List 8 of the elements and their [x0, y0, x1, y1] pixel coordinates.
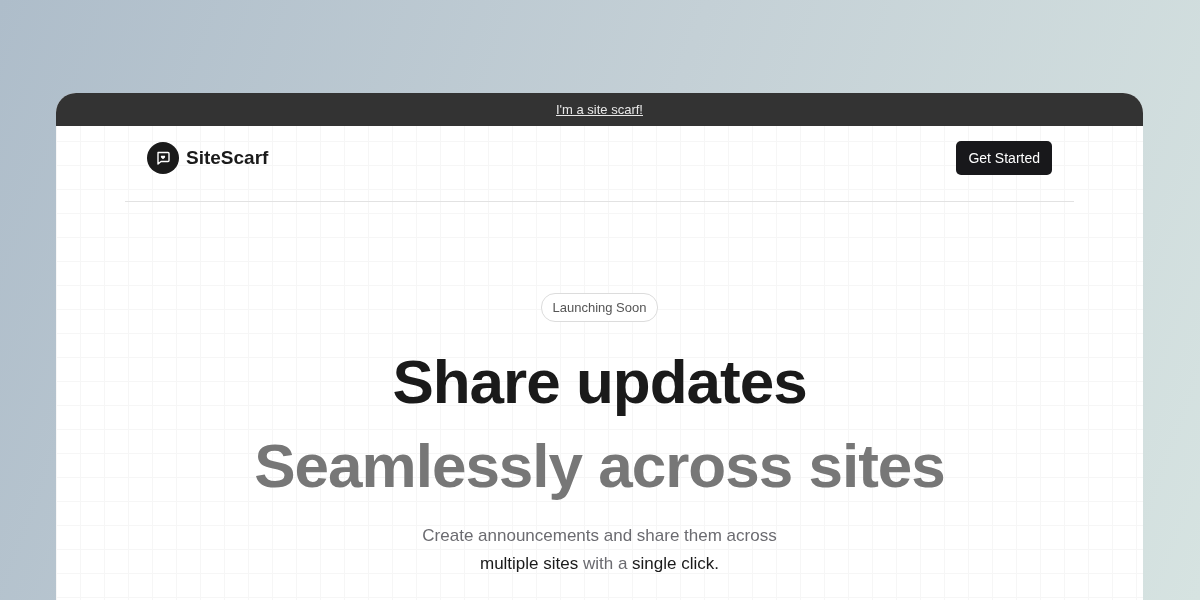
chat-bubble-logo-icon: [147, 142, 179, 174]
brand-name: SiteScarf: [186, 147, 269, 169]
hero-title: Share updates: [392, 346, 807, 418]
banner-link[interactable]: I'm a site scarf!: [556, 102, 643, 117]
launch-badge: Launching Soon: [540, 293, 659, 322]
hero-description: Create announcements and share them across multiple sites with a single click.: [421, 525, 778, 575]
get-started-button[interactable]: Get Started: [956, 141, 1052, 175]
hero-subtitle: Seamlessly across sites: [254, 430, 945, 502]
